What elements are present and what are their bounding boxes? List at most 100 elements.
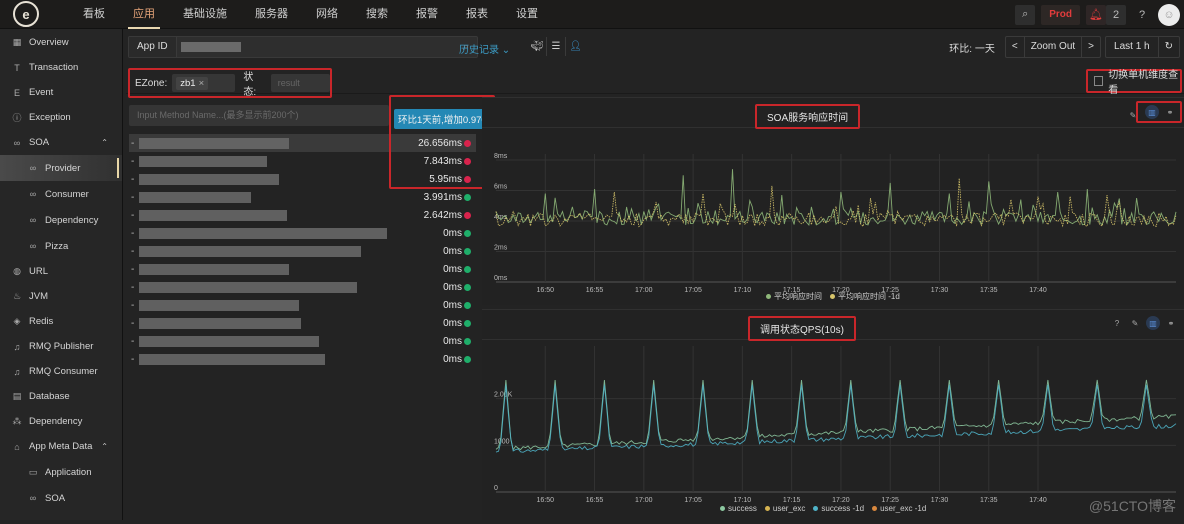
bullet: - [131, 263, 135, 275]
t-icon: T [14, 62, 20, 73]
server-list-icon[interactable]: ☰ [547, 37, 566, 56]
method-row[interactable]: - 0ms [129, 224, 476, 242]
bullet: - [131, 245, 135, 257]
method-name-redacted [139, 281, 357, 293]
method-row[interactable]: - 0ms [129, 260, 476, 278]
y-tick-label: 0ms [494, 275, 508, 282]
nav-item[interactable]: 基础设施 [169, 0, 241, 29]
help-icon[interactable]: ? [1132, 5, 1152, 25]
sidebar-item-consumer[interactable]: ∞ Consumer [0, 181, 122, 207]
legend-item[interactable]: success [720, 504, 757, 513]
method-row[interactable]: - 2.642ms [129, 206, 476, 224]
sidebar-item-overview[interactable]: ▦ Overview [0, 30, 122, 55]
method-name-redacted [139, 155, 267, 167]
sidebar-item-soa[interactable]: ∞ SOA ⌃ [0, 130, 122, 155]
method-name-redacted [139, 245, 361, 257]
chevron-up-icon[interactable]: ⌃ [101, 138, 108, 147]
checkbox[interactable] [1094, 76, 1104, 86]
time-range-button[interactable]: Last 1 h [1106, 37, 1159, 57]
edit-icon[interactable]: ✎ [1126, 108, 1140, 122]
app-id-field[interactable]: App ID ⌕ [128, 36, 478, 58]
legend-item[interactable]: success -1d [813, 504, 864, 513]
sidebar-item-dependency[interactable]: ⁂ Dependency [0, 409, 122, 434]
sidebar-item-jvm[interactable]: ♨ JVM [0, 284, 122, 309]
env-badge[interactable]: Prod [1041, 4, 1080, 25]
chart-icon[interactable]: ▥ [1146, 316, 1160, 330]
docker-icon[interactable]: 🐳︎ [528, 37, 547, 56]
music-icon: ♫ [13, 341, 21, 352]
chevron-up-icon[interactable]: ⌃ [101, 442, 108, 451]
method-row[interactable]: - 0ms [129, 350, 476, 368]
nav-item[interactable]: 报表 [452, 0, 502, 29]
qps-chart[interactable]: 0 1000 2.00K 16:50 16:55 17:00 17:05 17:10 17:15… [482, 340, 1184, 521]
e-icon: E [13, 87, 20, 98]
sidebar-item-dependency[interactable]: ∞ Dependency [0, 207, 122, 233]
bell-icon[interactable]: 🔔︎ [1086, 4, 1106, 25]
avatar[interactable]: ☺ [1158, 3, 1180, 26]
logo-icon[interactable]: e [13, 1, 39, 27]
link-icon[interactable]: ⚭ [1163, 105, 1177, 119]
nav-item[interactable]: 网络 [302, 0, 352, 29]
help-icon[interactable]: ? [1110, 316, 1124, 330]
x-tick-label: 17:40 [1029, 497, 1047, 504]
sidebar-item-soa[interactable]: ∞ SOA [0, 485, 122, 511]
method-row[interactable]: - 0ms [129, 296, 476, 314]
single-host-toggle[interactable]: 切换单机维度查看 [1086, 69, 1182, 96]
link-icon: ∞ [29, 189, 37, 199]
zoom-prev-button[interactable]: < [1006, 37, 1025, 57]
sidebar-item-rmq-publisher[interactable]: ♫ RMQ Publisher [0, 334, 122, 359]
main-nav: 看板 应用 基础设施 服务器 网络 搜索 报警 报表 设置 [69, 0, 552, 29]
method-row[interactable]: - 0ms [129, 314, 476, 332]
ezone-select[interactable]: zb1 × [172, 74, 236, 92]
history-dropdown[interactable]: 历史记录 ⌄ [459, 41, 510, 56]
sidebar-item-provider[interactable]: ∞ Provider [0, 155, 122, 181]
sidebar-item-database[interactable]: ▤ Database [0, 384, 122, 409]
method-row[interactable]: - 0ms [129, 242, 476, 260]
sidebar-item-exception[interactable]: ⓘ Exception [0, 105, 122, 130]
legend-item[interactable]: user_exc [764, 504, 805, 513]
nav-item[interactable]: 报警 [402, 0, 452, 29]
legend-item[interactable]: user_exc -1d [872, 504, 926, 513]
legend-swatch [813, 506, 819, 511]
sidebar-item-event[interactable]: E Event [0, 80, 122, 105]
x-tick-label: 17:15 [783, 497, 801, 504]
method-row[interactable]: - 0ms [129, 278, 476, 296]
sidebar-item-rmq-consumer[interactable]: ♫ RMQ Consumer [0, 359, 122, 384]
sidebar-item-app-meta-data[interactable]: ⌂ App Meta Data ⌃ [0, 434, 122, 459]
zoom-out-button[interactable]: Zoom Out [1025, 37, 1083, 57]
nav-item[interactable]: 应用 [119, 0, 169, 29]
refresh-icon[interactable]: ↻ [1159, 37, 1179, 57]
nav-item[interactable]: 服务器 [241, 0, 302, 29]
search-icon[interactable]: ⌕ [1015, 4, 1036, 25]
response-time-chart[interactable]: 0ms2ms4ms6ms8ms16:50 16:55 17:00 17:05 17:10… [482, 128, 1184, 306]
state-input[interactable]: result [270, 74, 330, 92]
compare-period[interactable]: 环比: 一天 [949, 40, 995, 55]
user-icon[interactable]: 👤︎ [566, 37, 585, 56]
remove-chip-icon[interactable]: × [199, 78, 205, 89]
legend-label: success -1d [821, 504, 865, 513]
legend-item[interactable]: 平均响应时间 -1d [830, 291, 900, 302]
sidebar-item-pizza[interactable]: ∞ Pizza [0, 233, 122, 259]
sidebar-item-application[interactable]: ▭ Application [0, 459, 122, 485]
nav-item[interactable]: 看板 [69, 0, 119, 29]
sidebar-item-redis[interactable]: ◈ Redis [0, 309, 122, 334]
bullet: - [131, 317, 135, 329]
sidebar-item-url[interactable]: ◍ URL [0, 259, 122, 284]
sidebar-item-transaction[interactable]: T Transaction [0, 55, 122, 80]
nav-item[interactable]: 搜索 [352, 0, 402, 29]
legend-item[interactable]: 平均响应时间 [766, 291, 822, 302]
nav-item[interactable]: 设置 [502, 0, 552, 29]
method-row[interactable]: - 3.991ms [129, 188, 476, 206]
zoom-next-button[interactable]: > [1082, 37, 1100, 57]
method-row[interactable]: - 0ms [129, 332, 476, 350]
alert-count[interactable]: 2 [1106, 4, 1126, 25]
method-search-input[interactable]: Input Method Name...(最多显示前200个) [129, 105, 389, 126]
chart-icon[interactable]: ▥ [1145, 105, 1159, 119]
sidebar-item-label: Dependency [45, 214, 99, 226]
network-icon: ⁂ [12, 416, 22, 426]
response-time-value: 0ms [443, 245, 462, 257]
edit-icon[interactable]: ✎ [1128, 316, 1142, 330]
status-dot [464, 355, 471, 363]
link-icon[interactable]: ⚭ [1164, 316, 1178, 330]
sidebar-item-label: Event [29, 87, 54, 98]
